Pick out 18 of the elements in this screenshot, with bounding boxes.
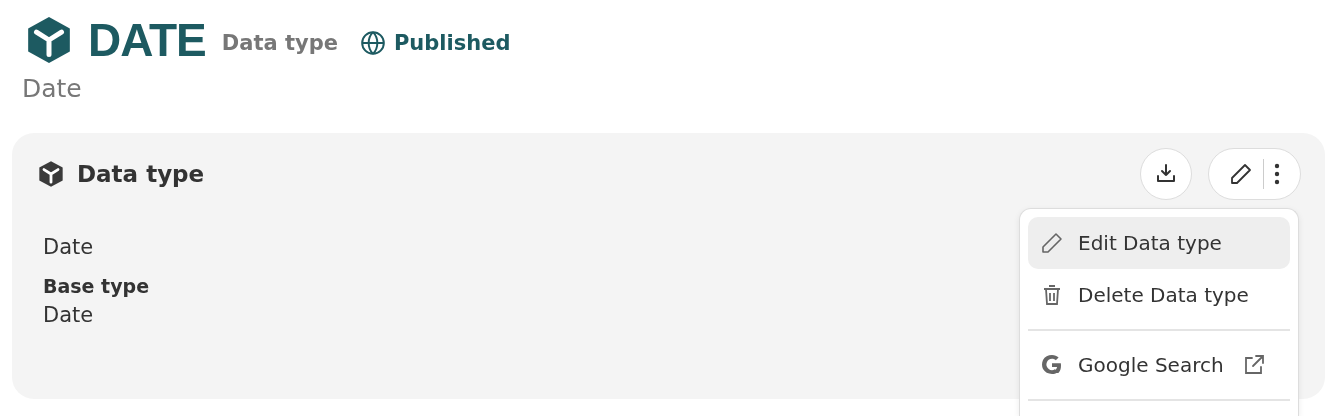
field-label: Base type [43, 275, 150, 297]
card-title: Data type [77, 161, 205, 187]
field-value: Date [43, 235, 94, 259]
menu-item[interactable]: Edit Data type [1028, 217, 1290, 269]
download-button[interactable] [1140, 148, 1192, 200]
subtitle: Date [21, 74, 83, 105]
more-icon [1274, 163, 1280, 185]
globe-icon [359, 30, 386, 56]
field-value: Date [43, 303, 94, 327]
pencil-icon [1229, 162, 1253, 186]
pencil-icon [1040, 231, 1064, 255]
cube-icon [37, 160, 65, 188]
page-title: DATE [88, 13, 206, 67]
status-label: Published [393, 31, 511, 55]
google-icon [1040, 353, 1064, 377]
type-label: Data type [221, 31, 338, 55]
menu-item[interactable]: Google Search [1028, 339, 1290, 391]
menu-item[interactable]: Delete Data type [1028, 269, 1290, 321]
